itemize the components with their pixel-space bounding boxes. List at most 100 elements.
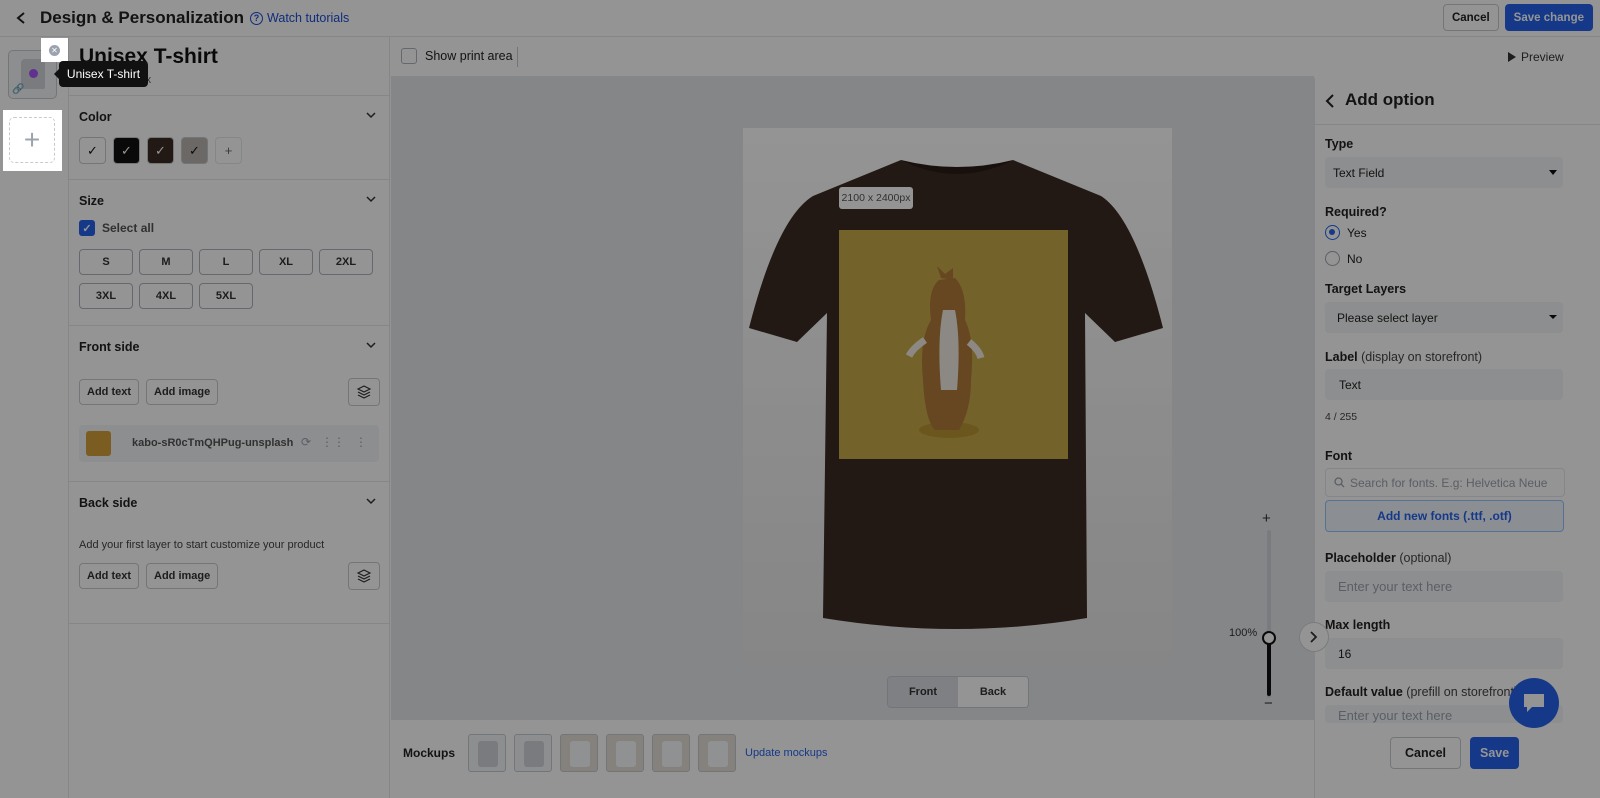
type-label: Type	[1325, 137, 1354, 151]
zoom-percent: 100%	[1229, 627, 1258, 639]
cancel-button[interactable]: Cancel	[1442, 4, 1499, 31]
design-dot	[29, 69, 38, 78]
size-option[interactable]: 3XL	[79, 283, 133, 309]
placeholder-input[interactable]: Enter your text here	[1325, 571, 1563, 602]
size-option[interactable]: 2XL	[319, 249, 373, 275]
zoom-handle[interactable]	[1262, 631, 1276, 645]
type-select[interactable]: Text Field	[1325, 157, 1563, 188]
max-length-label: Max length	[1325, 618, 1391, 632]
chevron-down-icon[interactable]	[366, 496, 376, 506]
mockup-thumbnail[interactable]	[468, 734, 506, 772]
color-swatch-brown[interactable]: ✓	[147, 137, 174, 164]
chat-icon	[1524, 694, 1544, 712]
more-icon[interactable]: ⋮	[355, 435, 367, 449]
layers-button[interactable]	[348, 378, 380, 406]
target-layers-select[interactable]: Please select layer	[1325, 302, 1563, 333]
design-image[interactable]	[839, 230, 1068, 459]
panel-save-button[interactable]: Save	[1470, 737, 1520, 769]
save-change-button[interactable]: Save change	[1504, 4, 1593, 31]
mockup-thumbnail[interactable]	[698, 734, 736, 772]
back-arrow-icon[interactable]	[1325, 94, 1335, 108]
chevron-down-icon[interactable]	[366, 110, 376, 120]
max-length-input[interactable]: 16	[1325, 638, 1563, 669]
target-layers-label: Target Layers	[1325, 282, 1407, 296]
add-color-button[interactable]: +	[215, 137, 242, 164]
size-title: Size	[79, 194, 105, 208]
font-search-placeholder: Search for fonts. E.g: Helvetica Neue	[1350, 475, 1548, 490]
caret-down-icon	[1549, 315, 1557, 319]
zoom-in-icon[interactable]: +	[1262, 510, 1271, 527]
label-title: Label	[1325, 350, 1358, 364]
replace-icon[interactable]: ⟳	[301, 435, 311, 449]
add-text-button[interactable]: Add text	[79, 379, 139, 405]
label-input[interactable]: Text	[1325, 369, 1563, 400]
size-option[interactable]: S	[79, 249, 133, 275]
layers-icon	[357, 569, 371, 583]
radio-selected-icon	[1325, 225, 1340, 240]
add-image-button[interactable]: Add image	[146, 379, 219, 405]
size-option[interactable]: 5XL	[199, 283, 253, 309]
chevron-down-icon[interactable]	[366, 340, 376, 350]
size-option[interactable]: M	[139, 249, 193, 275]
select-all-label: Select all	[102, 221, 155, 235]
expand-panel-button[interactable]	[1299, 622, 1329, 652]
plus-icon: +	[9, 117, 55, 163]
color-swatch-gray[interactable]: ✓	[181, 137, 208, 164]
tshirt-icon	[708, 741, 728, 767]
panel-title: Add option	[1345, 90, 1435, 109]
page-title: Design & Personalization	[40, 8, 245, 27]
mockup-thumbnail[interactable]	[560, 734, 598, 772]
help-icon: ?	[250, 11, 264, 25]
add-text-button[interactable]: Add text	[79, 563, 139, 589]
color-swatch-white[interactable]: ✓	[79, 137, 106, 164]
placeholder-label: Placeholder (optional)	[1325, 551, 1451, 565]
update-mockups-link[interactable]: Update mockups	[745, 747, 828, 759]
select-all-checkbox[interactable]: ✓ Select all	[79, 220, 154, 236]
placeholder-hint: (optional)	[1399, 551, 1452, 565]
remove-product-button[interactable]: ✕	[41, 38, 68, 62]
panel-cancel-button[interactable]: Cancel	[1390, 737, 1461, 769]
chevron-right-icon	[1310, 631, 1318, 643]
size-section: Size ✓ Select all S M L XL 2XL 3XL 4XL 5X…	[69, 179, 390, 325]
layer-row[interactable]: kabo-sR0cTmQHPug-unsplash ⟳ ⋮⋮ ⋮	[79, 425, 379, 462]
size-option[interactable]: L	[199, 249, 253, 275]
zoom-out-icon[interactable]: −	[1264, 695, 1273, 712]
mockup-thumbnail[interactable]	[514, 734, 552, 772]
font-search-input[interactable]: Search for fonts. E.g: Helvetica Neue	[1325, 468, 1565, 497]
required-yes-radio[interactable]: Yes	[1325, 225, 1367, 240]
add-image-button[interactable]: Add image	[146, 563, 219, 589]
add-product-highlight[interactable]: +	[3, 110, 62, 171]
size-option[interactable]: XL	[259, 249, 313, 275]
play-icon	[1508, 52, 1516, 62]
required-no-radio[interactable]: No	[1325, 251, 1362, 266]
chat-button[interactable]	[1509, 678, 1559, 728]
back-tab[interactable]: Back	[958, 677, 1028, 707]
color-swatch-black[interactable]: ✓	[113, 137, 140, 164]
add-new-fonts-button[interactable]: Add new fonts (.ttf, .otf)	[1325, 500, 1564, 532]
back-arrow-icon[interactable]	[14, 11, 28, 25]
radio-icon	[1325, 251, 1340, 266]
print-size-tag: 2100 x 2400px	[839, 187, 913, 209]
show-print-area-checkbox[interactable]: Show print area	[401, 48, 513, 64]
zoom-slider[interactable]: + −	[1259, 510, 1279, 712]
app-root: Design & Personalization ? Watch tutorial…	[0, 0, 1600, 798]
preview-button[interactable]: Preview	[1508, 50, 1600, 64]
mockups-bar: Mockups Update mockups	[391, 719, 1314, 798]
mockups-label: Mockups	[403, 746, 456, 760]
front-tab[interactable]: Front	[888, 677, 958, 707]
chevron-down-icon[interactable]	[366, 194, 376, 204]
back-side-section: Back side Add your first layer to start …	[69, 481, 390, 623]
layer-thumbnail	[86, 431, 111, 456]
canvas-toolbar: Show print area	[391, 37, 1314, 77]
layers-button[interactable]	[348, 562, 380, 590]
close-icon: ✕	[49, 44, 60, 56]
type-value: Text Field	[1333, 165, 1385, 180]
back-side-hint: Add your first layer to start customize …	[79, 539, 325, 551]
size-option[interactable]: 4XL	[139, 283, 193, 309]
drag-handle-icon[interactable]: ⋮⋮	[321, 435, 345, 449]
checkbox-box	[401, 48, 417, 64]
mockup-thumbnail[interactable]	[652, 734, 690, 772]
color-section: Color ✓ ✓ ✓ ✓ +	[69, 95, 390, 179]
watch-tutorials-link[interactable]: ? Watch tutorials	[250, 11, 349, 25]
mockup-thumbnail[interactable]	[606, 734, 644, 772]
